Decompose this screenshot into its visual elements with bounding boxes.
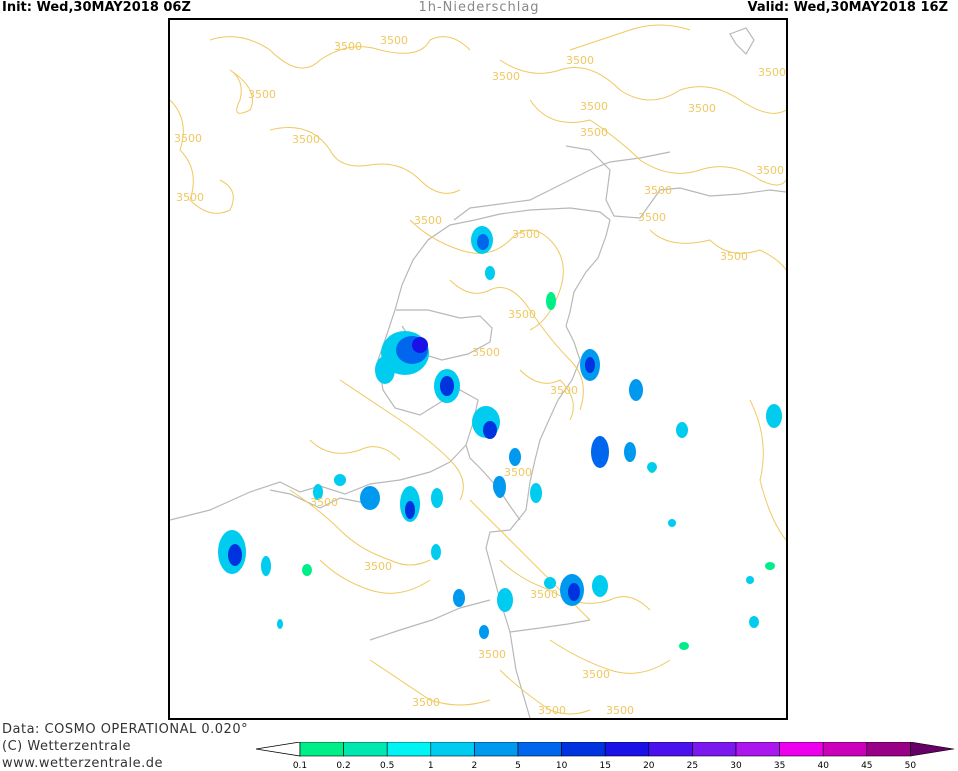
legend-swatch (692, 742, 737, 757)
legend-swatch (561, 742, 606, 757)
legend-tick-label: 0.1 (293, 761, 307, 770)
contour-label: 3500 (504, 466, 532, 479)
valid-time: Valid: Wed,30MAY2018 16Z (747, 0, 948, 15)
contour-label: 3500 (310, 496, 338, 509)
contour-label: 3500 (758, 66, 786, 79)
contour-label: 3500 (644, 184, 672, 197)
legend-swatch (735, 742, 780, 757)
legend-swatch (648, 742, 693, 757)
contour-label: 3500 (364, 560, 392, 573)
precipitation-cells (218, 226, 782, 650)
contour-label: 3500 (176, 191, 204, 204)
legend-swatch (822, 742, 868, 757)
contour-label: 3500 (720, 250, 748, 263)
legend-tick-label: 30 (730, 761, 742, 770)
contour-label: 3500 (566, 54, 594, 67)
legend-tick-label: 20 (643, 761, 655, 770)
legend-tick-label: 0.2 (336, 761, 350, 770)
legend-bars (256, 742, 955, 757)
legend-under-triangle (256, 742, 301, 757)
legend-swatch (343, 742, 388, 757)
legend-tick-label: 10 (556, 761, 568, 770)
contour-label: 3500 (688, 102, 716, 115)
legend-swatch (910, 742, 955, 757)
legend-tick-label: 50 (905, 761, 917, 770)
copyright-label: (C) Wetterzentrale (2, 739, 132, 754)
contour-label: 3500 (580, 100, 608, 113)
legend-swatch (474, 742, 519, 757)
contour-label: 3500 (292, 133, 320, 146)
contour-label: 3500 (606, 704, 634, 717)
contour-label: 3500 (380, 34, 408, 47)
legend-tick-label: 1 (428, 761, 434, 770)
contour-label: 3500 (582, 668, 610, 681)
contour-label: 3500 (756, 164, 784, 177)
contour-label: 3500 (248, 88, 276, 101)
legend-labels: 0.1 0.2 0.5 1 2 5 10 15 20 25 30 35 40 45 50 (293, 761, 917, 770)
legend-swatch (604, 742, 650, 757)
legend-swatch (430, 742, 475, 757)
contour-label: 3500 (508, 308, 536, 321)
legend-swatch (779, 742, 824, 757)
contour-label: 3500 (492, 70, 520, 83)
legend-tick-label: 0.5 (380, 761, 394, 770)
legend-swatch (386, 742, 432, 757)
website-link[interactable]: www.wetterzentrale.de (2, 756, 163, 771)
legend-tick-label: 25 (687, 761, 698, 770)
contour-label: 3500 (414, 214, 442, 227)
legend-tick-label: 40 (817, 761, 829, 770)
contour-label: 3500 (580, 126, 608, 139)
contour-label: 3500 (174, 132, 202, 145)
height-contours (170, 24, 786, 715)
contour-label: 3500 (478, 648, 506, 661)
precipitation-map[interactable]: 3500 3500 3500 3500 3500 3500 3500 3500 … (168, 18, 788, 720)
legend-tick-label: 35 (774, 761, 785, 770)
contour-label: 3500 (638, 211, 666, 224)
contour-label: 3500 (512, 228, 540, 241)
legend-swatch (299, 742, 344, 757)
legend-swatch (517, 742, 562, 757)
contour-label: 3500 (550, 384, 578, 397)
legend-tick-label: 5 (515, 761, 521, 770)
legend-tick-label: 45 (861, 761, 872, 770)
legend-tick-label: 2 (472, 761, 478, 770)
contour-label: 3500 (472, 346, 500, 359)
legend-swatch (866, 742, 911, 757)
map-canvas (170, 24, 786, 718)
contour-label: 3500 (538, 704, 566, 717)
country-borders (170, 27, 786, 718)
data-source-label: Data: COSMO OPERATIONAL 0.020° (2, 722, 249, 737)
contour-label: 3500 (412, 696, 440, 709)
contour-label: 3500 (530, 588, 558, 601)
color-legend: 0.1 0.2 0.5 1 2 5 10 15 20 25 30 35 40 45 50 (256, 742, 955, 770)
legend-tick-label: 15 (599, 761, 610, 770)
contour-label: 3500 (334, 40, 362, 53)
